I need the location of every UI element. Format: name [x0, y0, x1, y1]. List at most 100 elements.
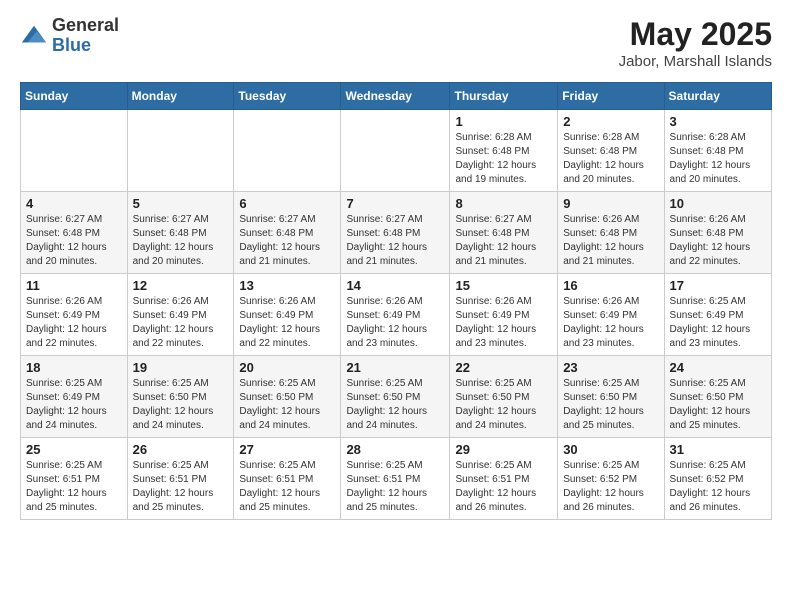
day-info: Sunrise: 6:27 AM Sunset: 6:48 PM Dayligh…	[455, 213, 552, 269]
day-number: 13	[239, 278, 335, 293]
calendar-cell: 1 Sunrise: 6:28 AM Sunset: 6:48 PM Daylig…	[450, 110, 558, 192]
calendar-cell: 17Sunrise: 6:25 AM Sunset: 6:49 PM Dayli…	[664, 274, 771, 356]
day-info: Sunrise: 6:28 AM Sunset: 6:48 PM Dayligh…	[670, 131, 766, 187]
day-info: Sunrise: 6:27 AM Sunset: 6:48 PM Dayligh…	[133, 213, 229, 269]
calendar-cell: 9 Sunrise: 6:26 AM Sunset: 6:48 PM Daylig…	[558, 192, 664, 274]
day-info: Sunrise: 6:25 AM Sunset: 6:49 PM Dayligh…	[670, 295, 766, 351]
day-info: Sunrise: 6:26 AM Sunset: 6:49 PM Dayligh…	[455, 295, 552, 351]
day-number: 12	[133, 278, 229, 293]
day-info: Sunrise: 6:28 AM Sunset: 6:48 PM Dayligh…	[455, 131, 552, 187]
day-of-week-header: Tuesday	[234, 83, 341, 110]
day-info: Sunrise: 6:25 AM Sunset: 6:50 PM Dayligh…	[346, 377, 444, 433]
day-number: 28	[346, 442, 444, 457]
header: General Blue May 2025 Jabor, Marshall Is…	[20, 16, 772, 70]
day-info: Sunrise: 6:25 AM Sunset: 6:51 PM Dayligh…	[455, 459, 552, 515]
calendar-cell: 16 Sunrise: 6:26 AM Sunset: 6:49 PM Dayli…	[558, 274, 664, 356]
logo-icon	[20, 22, 48, 50]
calendar-week-row: 11 Sunrise: 6:26 AM Sunset: 6:49 PM Dayli…	[21, 274, 772, 356]
day-number: 22	[455, 360, 552, 375]
day-info: Sunrise: 6:26 AM Sunset: 6:48 PM Dayligh…	[563, 213, 658, 269]
day-number: 26	[133, 442, 229, 457]
day-number: 15	[455, 278, 552, 293]
day-of-week-header: Sunday	[21, 83, 128, 110]
logo-blue-label: Blue	[52, 36, 119, 56]
calendar-cell: 6Sunrise: 6:27 AM Sunset: 6:48 PM Daylig…	[234, 192, 341, 274]
day-number: 10	[670, 196, 766, 211]
day-info: Sunrise: 6:25 AM Sunset: 6:50 PM Dayligh…	[563, 377, 658, 433]
calendar-week-row: 4Sunrise: 6:27 AM Sunset: 6:48 PM Daylig…	[21, 192, 772, 274]
day-number: 16	[563, 278, 658, 293]
calendar-cell: 14 Sunrise: 6:26 AM Sunset: 6:49 PM Dayli…	[341, 274, 450, 356]
day-number: 2	[563, 114, 658, 129]
title-block: May 2025 Jabor, Marshall Islands	[619, 16, 772, 70]
calendar-cell: 13 Sunrise: 6:26 AM Sunset: 6:49 PM Dayli…	[234, 274, 341, 356]
day-info: Sunrise: 6:25 AM Sunset: 6:51 PM Dayligh…	[346, 459, 444, 515]
day-info: Sunrise: 6:25 AM Sunset: 6:50 PM Dayligh…	[455, 377, 552, 433]
day-info: Sunrise: 6:25 AM Sunset: 6:52 PM Dayligh…	[670, 459, 766, 515]
page: General Blue May 2025 Jabor, Marshall Is…	[0, 0, 792, 536]
calendar-cell: 7 Sunrise: 6:27 AM Sunset: 6:48 PM Daylig…	[341, 192, 450, 274]
day-number: 30	[563, 442, 658, 457]
logo-text: General Blue	[52, 16, 119, 56]
day-info: Sunrise: 6:26 AM Sunset: 6:49 PM Dayligh…	[563, 295, 658, 351]
day-info: Sunrise: 6:26 AM Sunset: 6:49 PM Dayligh…	[133, 295, 229, 351]
day-of-week-header: Monday	[127, 83, 234, 110]
day-number: 9	[563, 196, 658, 211]
day-number: 3	[670, 114, 766, 129]
calendar-cell: 22 Sunrise: 6:25 AM Sunset: 6:50 PM Dayli…	[450, 356, 558, 438]
day-number: 8	[455, 196, 552, 211]
day-info: Sunrise: 6:25 AM Sunset: 6:50 PM Dayligh…	[239, 377, 335, 433]
calendar-cell: 23 Sunrise: 6:25 AM Sunset: 6:50 PM Dayli…	[558, 356, 664, 438]
day-number: 11	[26, 278, 122, 293]
calendar-header-row: SundayMondayTuesdayWednesdayThursdayFrid…	[21, 83, 772, 110]
calendar-cell: 26 Sunrise: 6:25 AM Sunset: 6:51 PM Dayli…	[127, 438, 234, 520]
calendar-cell: 11Sunrise: 6:26 AM Sunset: 6:49 PM Dayli…	[21, 274, 128, 356]
day-number: 1	[455, 114, 552, 129]
day-info: Sunrise: 6:25 AM Sunset: 6:51 PM Dayligh…	[239, 459, 335, 515]
calendar-cell: 25Sunrise: 6:25 AM Sunset: 6:51 PM Dayli…	[21, 438, 128, 520]
calendar-cell: 8 Sunrise: 6:27 AM Sunset: 6:48 PM Daylig…	[450, 192, 558, 274]
day-number: 24	[670, 360, 766, 375]
day-info: Sunrise: 6:26 AM Sunset: 6:48 PM Dayligh…	[670, 213, 766, 269]
day-number: 7	[346, 196, 444, 211]
calendar-cell: 21Sunrise: 6:25 AM Sunset: 6:50 PM Dayli…	[341, 356, 450, 438]
day-info: Sunrise: 6:25 AM Sunset: 6:51 PM Dayligh…	[133, 459, 229, 515]
calendar-week-row: 18 Sunrise: 6:25 AM Sunset: 6:49 PM Dayli…	[21, 356, 772, 438]
calendar-cell	[127, 110, 234, 192]
calendar-cell	[341, 110, 450, 192]
calendar-cell	[234, 110, 341, 192]
day-number: 27	[239, 442, 335, 457]
calendar-cell: 29 Sunrise: 6:25 AM Sunset: 6:51 PM Dayli…	[450, 438, 558, 520]
calendar-cell	[21, 110, 128, 192]
day-info: Sunrise: 6:25 AM Sunset: 6:49 PM Dayligh…	[26, 377, 122, 433]
day-of-week-header: Friday	[558, 83, 664, 110]
day-info: Sunrise: 6:27 AM Sunset: 6:48 PM Dayligh…	[346, 213, 444, 269]
calendar-cell: 27 Sunrise: 6:25 AM Sunset: 6:51 PM Dayli…	[234, 438, 341, 520]
calendar-table: SundayMondayTuesdayWednesdayThursdayFrid…	[20, 82, 772, 520]
calendar-cell: 4Sunrise: 6:27 AM Sunset: 6:48 PM Daylig…	[21, 192, 128, 274]
day-number: 19	[133, 360, 229, 375]
logo: General Blue	[20, 16, 119, 56]
day-of-week-header: Wednesday	[341, 83, 450, 110]
day-number: 6	[239, 196, 335, 211]
calendar-cell: 20Sunrise: 6:25 AM Sunset: 6:50 PM Dayli…	[234, 356, 341, 438]
day-info: Sunrise: 6:26 AM Sunset: 6:49 PM Dayligh…	[346, 295, 444, 351]
day-info: Sunrise: 6:25 AM Sunset: 6:50 PM Dayligh…	[670, 377, 766, 433]
calendar-cell: 5 Sunrise: 6:27 AM Sunset: 6:48 PM Daylig…	[127, 192, 234, 274]
day-number: 5	[133, 196, 229, 211]
day-number: 29	[455, 442, 552, 457]
calendar-cell: 24 Sunrise: 6:25 AM Sunset: 6:50 PM Dayli…	[664, 356, 771, 438]
day-info: Sunrise: 6:26 AM Sunset: 6:49 PM Dayligh…	[239, 295, 335, 351]
day-number: 18	[26, 360, 122, 375]
day-number: 14	[346, 278, 444, 293]
day-number: 31	[670, 442, 766, 457]
day-number: 25	[26, 442, 122, 457]
day-number: 23	[563, 360, 658, 375]
day-info: Sunrise: 6:27 AM Sunset: 6:48 PM Dayligh…	[26, 213, 122, 269]
day-of-week-header: Thursday	[450, 83, 558, 110]
day-of-week-header: Saturday	[664, 83, 771, 110]
day-info: Sunrise: 6:25 AM Sunset: 6:52 PM Dayligh…	[563, 459, 658, 515]
calendar-cell: 28 Sunrise: 6:25 AM Sunset: 6:51 PM Dayli…	[341, 438, 450, 520]
calendar-cell: 30 Sunrise: 6:25 AM Sunset: 6:52 PM Dayli…	[558, 438, 664, 520]
calendar-cell: 3 Sunrise: 6:28 AM Sunset: 6:48 PM Daylig…	[664, 110, 771, 192]
